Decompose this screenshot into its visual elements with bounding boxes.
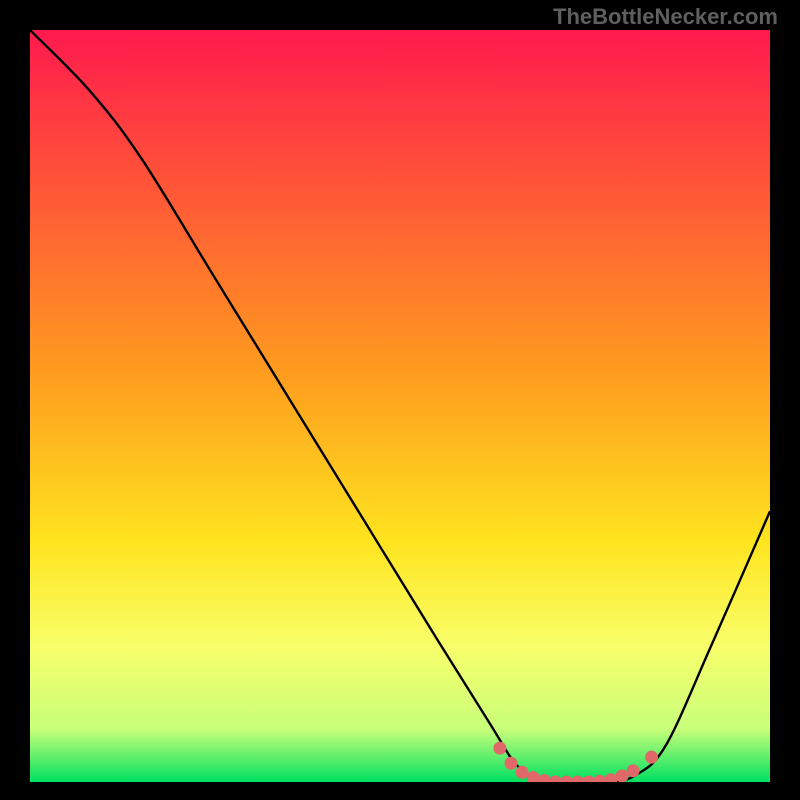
chart-container: TheBottleNecker.com bbox=[0, 0, 800, 800]
marker-dot bbox=[505, 757, 518, 770]
gradient-background bbox=[30, 30, 770, 782]
marker-dot bbox=[627, 764, 640, 777]
marker-dot bbox=[616, 769, 629, 782]
plot-area bbox=[30, 30, 770, 782]
bottleneck-chart bbox=[30, 30, 770, 782]
watermark-text: TheBottleNecker.com bbox=[553, 4, 778, 30]
marker-dot bbox=[645, 751, 658, 764]
marker-dot bbox=[493, 742, 506, 755]
marker-dot bbox=[516, 766, 529, 779]
